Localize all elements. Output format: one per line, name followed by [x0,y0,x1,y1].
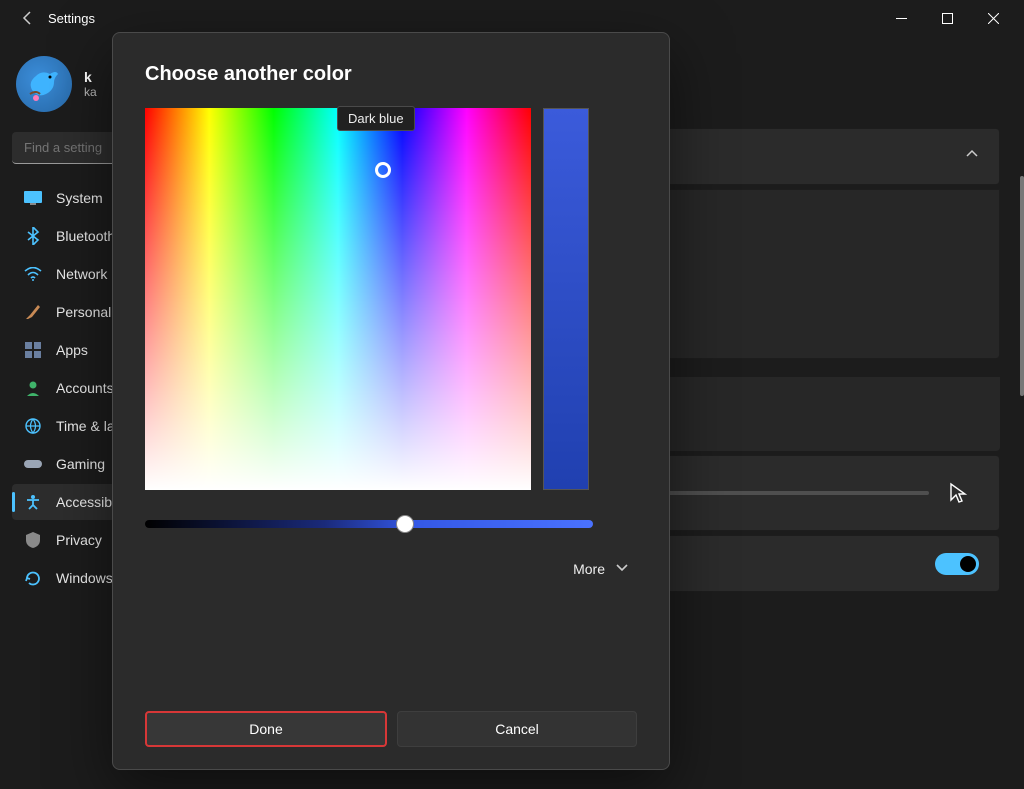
apps-icon [24,341,42,359]
globe-icon [24,417,42,435]
value-bar[interactable] [543,108,589,490]
nav-label: Gaming [56,456,105,472]
shield-icon [24,531,42,549]
value-slider[interactable] [145,520,593,528]
title-bar: Settings [0,0,1024,36]
update-icon [24,569,42,587]
cancel-button[interactable]: Cancel [397,711,637,747]
display-icon [24,189,42,207]
done-label: Done [249,721,282,737]
nav-label: Apps [56,342,88,358]
cursor-outline-icon [947,482,969,504]
value-slider-thumb[interactable] [396,515,414,533]
scrollbar-thumb[interactable] [1020,176,1024,396]
nav-label: Accounts [56,380,114,396]
more-toggle[interactable]: More [145,560,637,577]
dialog-title: Choose another color [145,63,637,86]
avatar [16,56,72,112]
maximize-icon [942,13,953,24]
person-icon [24,379,42,397]
close-icon [988,13,999,24]
nav-label: Network [56,266,107,282]
brush-icon [24,303,42,321]
close-button[interactable] [970,2,1016,34]
back-button[interactable] [8,10,48,26]
minimize-button[interactable] [878,2,924,34]
sv-cursor[interactable] [375,162,391,178]
profile-email: ka [84,85,97,99]
nav-label: System [56,190,103,206]
color-picker-dialog: Choose another color Dark blue More Done… [112,32,670,770]
avatar-bird-icon [20,60,68,108]
color-tooltip: Dark blue [337,106,415,131]
profile-name: k [84,69,97,85]
window-controls [878,2,1016,34]
accessibility-icon [24,493,42,511]
maximize-button[interactable] [924,2,970,34]
saturation-value-plane[interactable]: Dark blue [145,108,531,490]
chevron-down-icon [615,560,629,577]
cancel-label: Cancel [495,721,539,737]
nav-label: Privacy [56,532,102,548]
done-button[interactable]: Done [145,711,387,747]
nav-label: Bluetooth [56,228,115,244]
gamepad-icon [24,455,42,473]
chevron-up-icon [965,147,979,166]
arrow-left-icon [20,10,36,26]
wifi-icon [24,265,42,283]
more-label: More [573,561,605,577]
app-title: Settings [48,11,95,26]
minimize-icon [896,13,907,24]
bluetooth-icon [24,227,42,245]
touch-toggle[interactable] [935,553,979,575]
